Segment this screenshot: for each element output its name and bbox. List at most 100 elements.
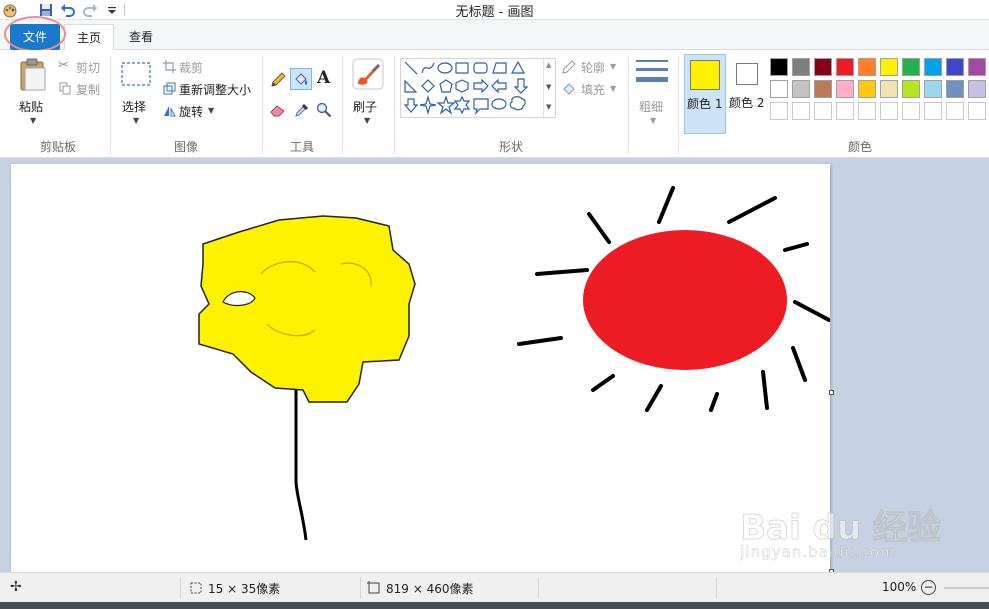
text-tool[interactable]: A [314, 68, 334, 90]
fill-button[interactable]: 填充 ▼ [562, 80, 624, 98]
drawing-canvas[interactable] [11, 164, 830, 572]
eraser-tool[interactable] [268, 100, 288, 120]
palette-color-swatch[interactable] [770, 58, 788, 76]
resize-label: 重新调整大小 [179, 83, 252, 97]
fill-tool[interactable] [290, 68, 312, 90]
brushes-label: 刷子 [353, 100, 378, 114]
select-button[interactable]: 选择 ▼ [118, 56, 154, 128]
size-label: 粗细 [639, 100, 664, 114]
color2-button[interactable]: 颜色 2 [728, 54, 768, 134]
palette-custom-slot[interactable] [792, 102, 810, 120]
palette-color-swatch[interactable] [946, 80, 964, 98]
palette-color-swatch[interactable] [924, 80, 942, 98]
palette-custom-slot[interactable] [770, 102, 788, 120]
palette-color-swatch[interactable] [968, 80, 986, 98]
palette-color-swatch[interactable] [770, 80, 788, 98]
palette-custom-slot[interactable] [968, 102, 986, 120]
zoom-out-button[interactable]: − [921, 580, 936, 595]
palette-custom-slot[interactable] [880, 102, 898, 120]
status-bar: ✢ 15 × 35像素 819 × 460像素 100% − [0, 572, 989, 602]
brush-icon [352, 58, 384, 90]
resize-icon [163, 82, 176, 95]
paste-label: 粘贴 [19, 100, 44, 114]
color1-button[interactable]: 颜色 1 [684, 54, 726, 134]
shapes-expand-icon[interactable]: ▼ [546, 103, 551, 111]
palette-custom-slot[interactable] [924, 102, 942, 120]
palette-color-swatch[interactable] [880, 58, 898, 76]
copy-label: 复制 [76, 83, 101, 97]
palette-color-swatch[interactable] [924, 58, 942, 76]
status-separator [716, 577, 717, 599]
palette-color-swatch[interactable] [858, 58, 876, 76]
palette-custom-slot[interactable] [814, 102, 832, 120]
palette-color-swatch[interactable] [836, 58, 854, 76]
palette-custom-slot[interactable] [902, 102, 920, 120]
palette-color-swatch[interactable] [968, 58, 986, 76]
palette-color-swatch[interactable] [836, 80, 854, 98]
shapes-scroll-up-icon[interactable]: ▲ [546, 61, 551, 69]
cut-button[interactable]: ✂ 剪切 [58, 58, 104, 76]
ribbon-tabs: 文件 主页 查看 [0, 22, 989, 51]
ribbon-separator [342, 56, 343, 154]
title-bar: 无标题 - 画图 [0, 0, 989, 20]
zoom-slider-track[interactable] [944, 587, 989, 589]
palette-custom-slot[interactable] [836, 102, 854, 120]
ribbon-separator [628, 56, 629, 154]
palette-color-swatch[interactable] [902, 58, 920, 76]
paste-button[interactable]: 粘贴 ▼ [14, 56, 52, 128]
ribbon-home: 粘贴 ▼ ✂ 剪切 复制 剪贴板 选择 ▼ 裁剪 重新调整大小 旋转 ▼ 图像 … [0, 50, 989, 158]
outline-button[interactable]: 轮廓 ▼ [562, 58, 624, 76]
color-picker-tool[interactable] [292, 100, 312, 120]
crop-button[interactable]: 裁剪 [162, 58, 252, 76]
rotate-label: 旋转 [179, 105, 204, 119]
select-dropdown-caret: ▼ [133, 116, 140, 125]
status-separator [180, 577, 181, 599]
outline-label: 轮廓 [581, 61, 606, 75]
brushes-button[interactable]: 刷子 ▼ [346, 56, 390, 128]
shapes-gallery-scroll[interactable]: ▲ ▼ ▼ [543, 59, 555, 117]
magnifier-tool[interactable] [314, 100, 334, 120]
palette-color-swatch[interactable] [792, 58, 810, 76]
copy-icon [59, 82, 71, 95]
paste-dropdown-caret: ▼ [30, 116, 37, 125]
copy-button[interactable]: 复制 [58, 80, 104, 98]
selection-size-icon [190, 582, 202, 594]
color2-swatch [736, 63, 758, 85]
zoom-level-text: 100% [882, 580, 917, 594]
magnifier-icon [316, 102, 332, 118]
resize-button[interactable]: 重新调整大小 [162, 80, 256, 98]
shapes-gallery[interactable]: ▲ ▼ ▼ [400, 58, 556, 118]
palette-color-swatch[interactable] [814, 80, 832, 98]
shapes-scroll-down-icon[interactable]: ▼ [546, 83, 551, 91]
rotate-icon [164, 106, 176, 117]
palette-color-swatch[interactable] [814, 58, 832, 76]
palette-custom-slot[interactable] [946, 102, 964, 120]
color1-label: 颜色 1 [687, 97, 723, 111]
canvas-size-icon [367, 581, 380, 594]
status-separator [360, 577, 361, 599]
image-group-label: 图像 [173, 140, 198, 154]
palette-color-swatch[interactable] [792, 80, 810, 98]
palette-color-swatch[interactable] [880, 80, 898, 98]
size-button[interactable]: 粗细 ▼ [632, 56, 672, 128]
drawing [198, 186, 830, 541]
cut-label: 剪切 [76, 61, 101, 75]
palette-color-swatch[interactable] [902, 80, 920, 98]
outline-pen-icon [562, 60, 576, 74]
rotate-button[interactable]: 旋转 ▼ [162, 102, 222, 120]
palette-custom-slot[interactable] [858, 102, 876, 120]
tab-home[interactable]: 主页 [64, 24, 114, 51]
yellow-flower-head [198, 215, 416, 403]
canvas-resize-handle-right[interactable] [829, 390, 834, 395]
size-line-medium [636, 68, 668, 71]
color1-swatch [690, 60, 720, 90]
palette-color-swatch[interactable] [946, 58, 964, 76]
palette-color-swatch[interactable] [858, 80, 876, 98]
window-title: 无标题 - 画图 [455, 5, 534, 20]
clipboard-group-label: 剪贴板 [39, 140, 76, 154]
tab-view[interactable]: 查看 [116, 24, 166, 50]
shapes-group-label: 形状 [498, 140, 523, 154]
baidu-watermark: Bai du 经验 jingyan.baidu.com [740, 500, 942, 562]
tab-file[interactable]: 文件 [10, 24, 60, 50]
pencil-tool[interactable] [268, 70, 288, 90]
